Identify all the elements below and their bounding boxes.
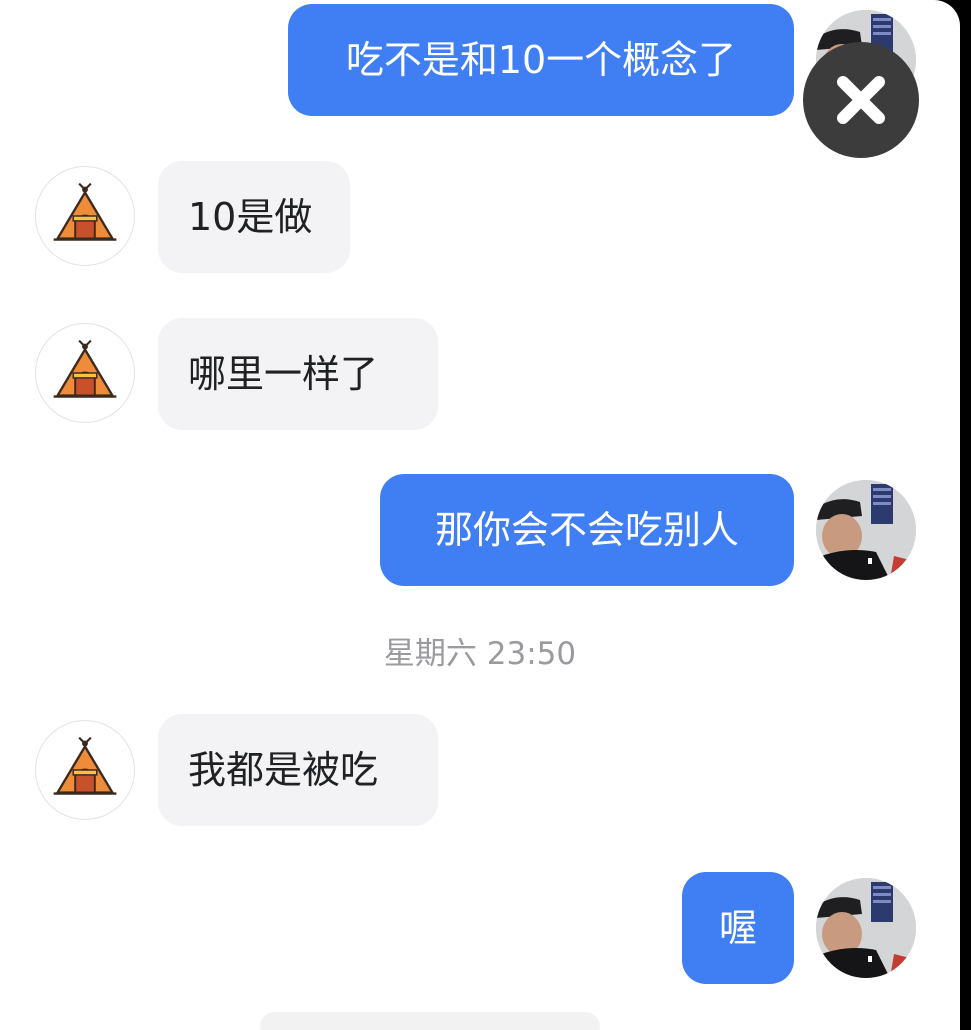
- tent-icon: [53, 339, 117, 398]
- user-photo-icon: [816, 878, 916, 978]
- self-avatar[interactable]: [816, 480, 916, 580]
- message-bubble-outgoing[interactable]: 那你会不会吃别人: [380, 474, 794, 586]
- message-bubble-incoming[interactable]: 哪里一样了: [158, 318, 438, 430]
- message-bubble-incoming[interactable]: 我都是被吃: [158, 714, 438, 826]
- tent-icon: [53, 736, 117, 795]
- message-bubble-outgoing[interactable]: 吃不是和10一个概念了: [288, 4, 794, 116]
- message-bubble-incoming[interactable]: 10是做: [158, 161, 350, 273]
- user-photo-icon: [816, 480, 916, 580]
- self-avatar[interactable]: [816, 878, 916, 978]
- close-icon: [837, 76, 885, 124]
- message-bubble-outgoing[interactable]: 喔: [682, 872, 794, 984]
- partial-bubble-edge: [260, 1012, 600, 1030]
- message-timestamp: 星期六 23:50: [383, 636, 577, 672]
- close-button[interactable]: [803, 42, 919, 158]
- contact-avatar[interactable]: [35, 166, 135, 266]
- tent-icon: [53, 182, 117, 241]
- contact-avatar[interactable]: [35, 720, 135, 820]
- contact-avatar[interactable]: [35, 323, 135, 423]
